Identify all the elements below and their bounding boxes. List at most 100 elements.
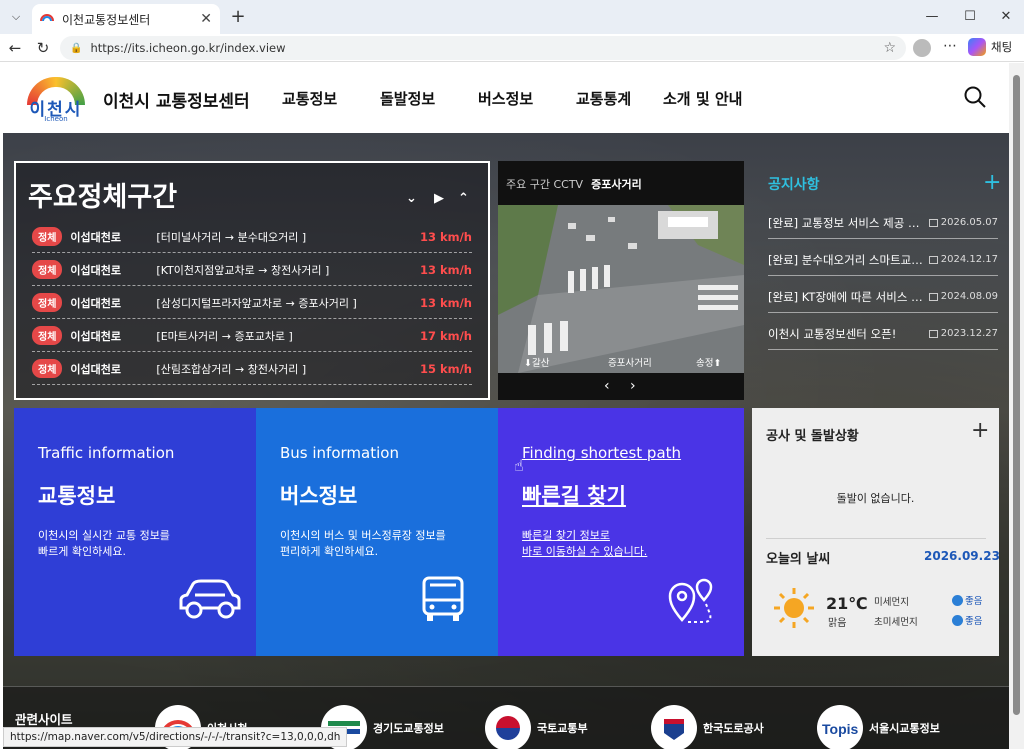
- road-name: 이섭대천로: [70, 230, 122, 244]
- cctv-panel: 주요 구간 CCTV 증포사거리 ⬇갈산 증포사거리 송정⬆ ‹ ›: [498, 161, 744, 400]
- traffic-info-tile[interactable]: Traffic information 교통정보 이천시의 실시간 교통 정보를…: [14, 408, 256, 656]
- calendar-icon: [928, 292, 938, 301]
- site-info-icon[interactable]: 🔒: [70, 43, 82, 54]
- related-site-expressway[interactable]: 한국도로공사: [651, 705, 764, 749]
- nav-traffic-info[interactable]: 교통정보: [282, 88, 337, 109]
- site-title[interactable]: 이천시 교통정보센터: [103, 87, 250, 112]
- cctv-header: 주요 구간 CCTV 증포사거리: [506, 176, 642, 192]
- route-pin-icon: [668, 578, 713, 623]
- congestion-title: 주요정체구간: [28, 182, 178, 213]
- congestion-badge: 정체: [32, 260, 63, 279]
- road-name: 이섭대천로: [70, 362, 122, 376]
- road-section: [E마트사거리 → 증포교차로 ]: [156, 329, 293, 343]
- nav-traffic-stats[interactable]: 교통통계: [576, 88, 631, 109]
- tile-description: 빠른길 찾기 정보로 바로 이동하실 수 있습니다.: [522, 529, 648, 558]
- tab-title: 이천교통정보센터: [62, 12, 151, 27]
- construction-message: 돌발이 없습니다.: [836, 492, 915, 505]
- svg-text:Topis: Topis: [822, 721, 859, 737]
- construction-title[interactable]: 공사 및 돌발상황: [766, 425, 859, 444]
- notice-item[interactable]: [완료] KT장애에 따른 서비스 중단 2024.08.09: [768, 281, 998, 313]
- prev-cctv-icon[interactable]: ‹: [604, 378, 610, 394]
- browser-toolbar: ← ↻ 🔒 https://its.icheon.go.kr/index.vie…: [0, 34, 1024, 62]
- sunny-icon: [774, 588, 814, 628]
- notice-text: [완료] 분수대오거리 스마트교차로 공사: [768, 252, 928, 267]
- site-logo[interactable]: 이천시 Icheon: [23, 75, 89, 123]
- notice-date: 2024.08.09: [928, 291, 998, 302]
- address-bar[interactable]: 🔒 https://its.icheon.go.kr/index.view ☆: [60, 36, 906, 60]
- congestion-row[interactable]: 정체 이섭대천로 [E마트사거리 → 증포교차로 ] 17 km/h: [32, 320, 472, 352]
- notice-item[interactable]: [완료] 분수대오거리 스마트교차로 공사2024.12.17: [768, 244, 998, 276]
- car-icon: [179, 579, 241, 619]
- next-cctv-icon[interactable]: ›: [630, 378, 636, 394]
- congestion-row[interactable]: 정체 이섭대천로 [삼성디지털프라자앞교차로 → 증포사거리 ] 13 km/h: [32, 287, 472, 319]
- copilot-label: 채팅: [991, 40, 1013, 54]
- congestion-row[interactable]: 정체 이섭대천로 [터미널사거리 → 분수대오거리 ] 13 km/h: [32, 221, 472, 253]
- notice-date: 2024.12.17: [928, 254, 998, 265]
- close-window-icon[interactable]: ✕: [994, 6, 1018, 26]
- chevron-down-icon[interactable]: ⌄: [406, 191, 417, 206]
- copilot-button[interactable]: 채팅: [968, 38, 1012, 56]
- browser-tab[interactable]: 이천교통정보센터 ✕: [32, 4, 220, 34]
- mouse-cursor-icon: ☝: [514, 456, 524, 475]
- related-sites-title: 관련사이트: [15, 712, 73, 727]
- bus-info-tile[interactable]: Bus information 버스정보 이천시의 버스 및 버스정류장 정보를…: [256, 408, 498, 656]
- ultrafine-dust-status: 좋음: [952, 613, 982, 627]
- road-section: [삼성디지털프라자앞교차로 → 증포사거리 ]: [156, 296, 357, 310]
- congestion-panel: 주요정체구간 ⌄ ▶ ⌃ 정체 이섭대천로 [터미널사거리 → 분수대오거리 ] 13…: [14, 161, 490, 400]
- molit-logo-icon: [485, 705, 531, 749]
- speed-value: 13 km/h: [419, 262, 472, 277]
- notice-text: [완료] 교통정보 서비스 제공 중단 안내: [768, 215, 928, 230]
- related-site-molit[interactable]: 국토교통부: [485, 705, 588, 749]
- cctv-caption-center: 증포사거리: [608, 358, 652, 369]
- congestion-row[interactable]: 정체 이섭대천로 [산림조합삼거리 → 창전사거리 ] 15 km/h: [32, 353, 472, 385]
- calendar-icon: [928, 218, 938, 227]
- related-site-seoul-topis[interactable]: Topis 서울시교통정보: [817, 705, 940, 749]
- chevron-up-icon[interactable]: ⌃: [458, 191, 469, 206]
- play-icon[interactable]: ▶: [434, 191, 444, 206]
- congestion-badge: 정체: [32, 326, 63, 345]
- url-text: https://its.icheon.go.kr/index.view: [90, 41, 286, 55]
- nav-bus-info[interactable]: 버스정보: [478, 88, 533, 109]
- more-options-icon[interactable]: ⋯: [943, 38, 957, 54]
- profile-avatar[interactable]: [913, 39, 931, 57]
- notice-item[interactable]: 이천시 교통정보센터 오픈! 2023.12.27: [768, 318, 998, 350]
- shortest-path-tile[interactable]: Finding shortest path 빠른길 찾기 빠른길 찾기 정보로 바…: [498, 408, 744, 656]
- speed-value: 13 km/h: [419, 295, 472, 310]
- nav-about[interactable]: 소개 및 안내: [663, 88, 742, 109]
- cctv-location: 증포사거리: [591, 178, 642, 191]
- nav-incident-info[interactable]: 돌발정보: [380, 88, 435, 109]
- search-icon[interactable]: [963, 85, 987, 109]
- road-section: [KT이천지점앞교차로 → 창전사거리 ]: [156, 263, 330, 277]
- speed-value: 13 km/h: [419, 229, 472, 244]
- maximize-icon[interactable]: ☐: [958, 6, 982, 26]
- page-scrollbar[interactable]: [1009, 63, 1024, 749]
- construction-more-plus-icon[interactable]: +: [971, 418, 989, 443]
- weather-date: 2026.09.23: [924, 549, 1000, 563]
- congestion-badge: 정체: [32, 227, 63, 246]
- expressway-logo-icon: [651, 705, 697, 749]
- notice-text: 이천시 교통정보센터 오픈!: [768, 326, 897, 341]
- notice-text: [완료] KT장애에 따른 서비스 중단: [768, 289, 928, 304]
- road-section: [터미널사거리 → 분수대오거리 ]: [156, 230, 307, 244]
- cctv-label: 주요 구간 CCTV: [506, 178, 584, 191]
- reload-icon[interactable]: ↻: [32, 38, 54, 58]
- ultrafine-dust-label: 초미세먼지: [874, 617, 918, 628]
- congestion-row[interactable]: 정체 이섭대천로 [KT이천지점앞교차로 → 창전사거리 ] 13 km/h: [32, 254, 472, 286]
- notice-title[interactable]: 공지사항: [768, 174, 820, 194]
- minimize-icon[interactable]: —: [920, 6, 944, 26]
- favorite-star-icon[interactable]: ☆: [883, 40, 896, 56]
- notice-item[interactable]: [완료] 교통정보 서비스 제공 중단 안내2026.05.07: [768, 207, 998, 239]
- tab-list-chevron-icon[interactable]: ⌵: [6, 7, 26, 27]
- cctv-video[interactable]: ⬇갈산 증포사거리 송정⬆: [498, 205, 744, 373]
- tab-close-icon[interactable]: ✕: [200, 11, 212, 27]
- road-name: 이섭대천로: [70, 296, 122, 310]
- notice-more-plus-icon[interactable]: +: [983, 170, 1001, 195]
- smile-face-icon: [952, 594, 963, 606]
- back-arrow-icon[interactable]: ←: [4, 38, 26, 58]
- cctv-caption-right: 송정⬆: [696, 358, 722, 369]
- tile-en-title: Finding shortest path: [522, 444, 682, 462]
- scrollbar-thumb[interactable]: [1013, 75, 1020, 715]
- new-tab-icon[interactable]: +: [228, 6, 248, 27]
- site-favicon-icon: [40, 14, 54, 22]
- tile-ko-title: 빠른길 찾기: [522, 484, 626, 508]
